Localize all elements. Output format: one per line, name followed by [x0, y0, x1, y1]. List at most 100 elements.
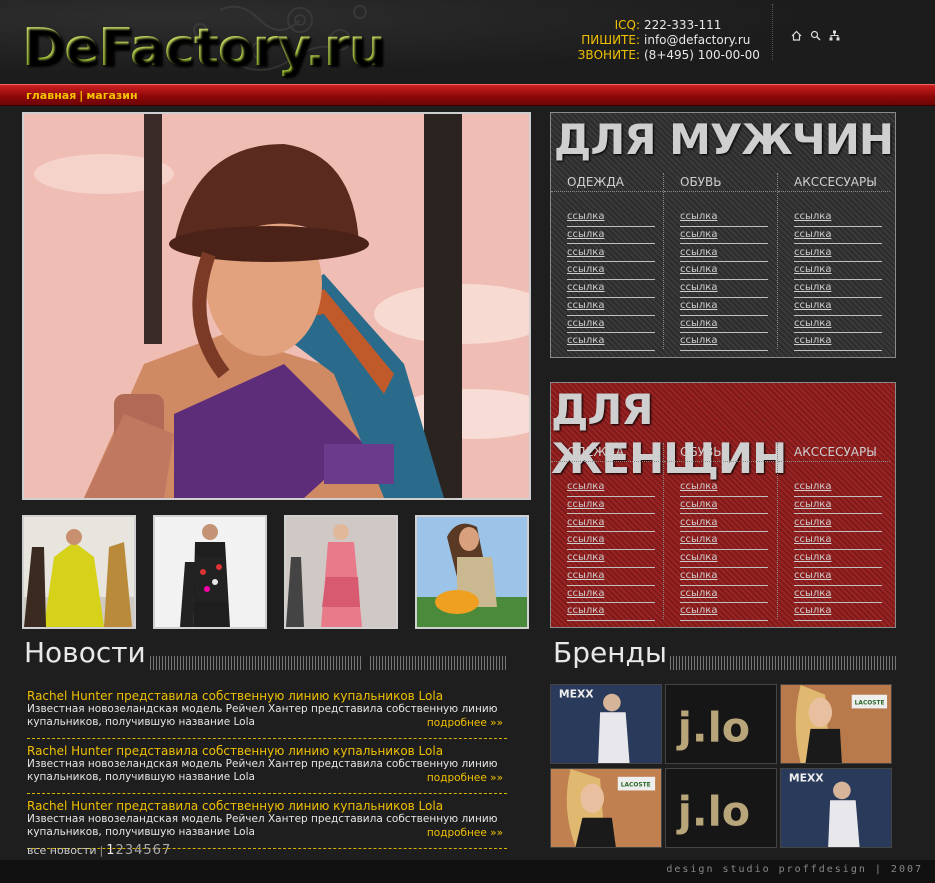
news-title[interactable]: Rachel Hunter представила собственную ли…: [27, 744, 507, 758]
category-link[interactable]: ссылка: [794, 209, 882, 227]
brand-photo: MEXX: [551, 685, 661, 763]
category-link[interactable]: ссылка: [567, 550, 655, 568]
category-link[interactable]: ссылка: [567, 316, 655, 334]
page-link[interactable]: 3: [125, 843, 134, 858]
column-heading[interactable]: ОБУВЬ: [680, 445, 721, 459]
footer-credit[interactable]: design studio proffdesign | 2007: [666, 864, 923, 875]
read-more-link[interactable]: подробнее »»: [427, 772, 503, 784]
category-link[interactable]: ссылка: [680, 209, 768, 227]
news-title[interactable]: Rachel Hunter представила собственную ли…: [27, 799, 507, 813]
brand-tile[interactable]: LACOSTE: [780, 684, 892, 764]
category-link[interactable]: ссылка: [567, 515, 655, 533]
category-link[interactable]: ссылка: [680, 550, 768, 568]
all-news-link[interactable]: все новости: [27, 844, 97, 857]
thumbnail[interactable]: [153, 515, 267, 629]
category-link[interactable]: ссылка: [794, 497, 882, 515]
news-pager: все новости | 1234567: [27, 843, 171, 858]
category-link[interactable]: ссылка: [794, 280, 882, 298]
category-link[interactable]: ссылка: [680, 479, 768, 497]
category-link[interactable]: ссылка: [567, 245, 655, 263]
thumbnail-photo: [286, 517, 396, 627]
category-link[interactable]: ссылка: [680, 497, 768, 515]
sitemap-icon[interactable]: [829, 30, 840, 41]
brand-tile[interactable]: MEXX: [550, 684, 662, 764]
contact-value[interactable]: info@defactory.ru: [640, 33, 750, 47]
category-link[interactable]: ссылка: [680, 298, 768, 316]
category-link[interactable]: ссылка: [680, 586, 768, 604]
brand-tile[interactable]: j.lo: [665, 768, 777, 848]
category-link[interactable]: ссылка: [680, 568, 768, 586]
category-link[interactable]: ссылка: [794, 333, 882, 352]
page-link[interactable]: 7: [162, 843, 171, 858]
category-link[interactable]: ссылка: [567, 568, 655, 586]
category-link[interactable]: ссылка: [680, 532, 768, 550]
contact-email: ПИШИТЕ: info@defactory.ru: [560, 33, 760, 48]
category-link[interactable]: ссылка: [680, 333, 768, 352]
nav-separator: |: [79, 89, 84, 102]
link-list: ссылка ссылка ссылка ссылка ссылка ссылк…: [680, 479, 768, 622]
page-link[interactable]: 4: [134, 843, 143, 858]
brand-tile[interactable]: j.lo: [665, 684, 777, 764]
page-link[interactable]: 1: [106, 843, 115, 858]
category-link[interactable]: ссылка: [794, 550, 882, 568]
category-link[interactable]: ссылка: [567, 532, 655, 550]
column-heading[interactable]: ОБУВЬ: [680, 175, 721, 189]
site-logo[interactable]: DeFactory.ru: [22, 18, 386, 78]
page-link[interactable]: 6: [153, 843, 162, 858]
category-link[interactable]: ссылка: [794, 568, 882, 586]
category-link[interactable]: ссылка: [794, 479, 882, 497]
category-link[interactable]: ссылка: [794, 603, 882, 622]
column-heading[interactable]: АКССЕСУАРЫ: [794, 445, 877, 459]
category-link[interactable]: ссылка: [794, 227, 882, 245]
nav-link-shop[interactable]: магазин: [86, 89, 137, 102]
category-link[interactable]: ссылка: [680, 245, 768, 263]
category-link[interactable]: ссылка: [794, 532, 882, 550]
category-link[interactable]: ссылка: [567, 280, 655, 298]
category-link[interactable]: ссылка: [680, 227, 768, 245]
category-link[interactable]: ссылка: [794, 586, 882, 604]
category-link[interactable]: ссылка: [567, 497, 655, 515]
category-link[interactable]: ссылка: [794, 262, 882, 280]
category-link[interactable]: ссылка: [567, 586, 655, 604]
category-link[interactable]: ссылка: [680, 515, 768, 533]
thumbnail[interactable]: [415, 515, 529, 629]
page: DeFactory.ru ICQ: 222-333-111 ПИШИТЕ: info…: [0, 0, 935, 883]
news-list: Rachel Hunter представила собственную ли…: [27, 689, 507, 854]
brand-tile[interactable]: LACOSTE: [550, 768, 662, 848]
page-link[interactable]: 2: [116, 843, 125, 858]
home-icon[interactable]: [791, 30, 802, 41]
category-link[interactable]: ссылка: [567, 227, 655, 245]
read-more-link[interactable]: подробнее »»: [427, 827, 503, 839]
category-link[interactable]: ссылка: [567, 298, 655, 316]
hero-image[interactable]: [22, 112, 531, 500]
panel-columns: ОДЕЖДА ссылка ссылка ссылка ссылка ссылк…: [551, 443, 897, 623]
category-link[interactable]: ссылка: [567, 479, 655, 497]
column-heading[interactable]: АКССЕСУАРЫ: [794, 175, 877, 189]
read-more-link[interactable]: подробнее »»: [427, 717, 503, 729]
category-link[interactable]: ссылка: [794, 298, 882, 316]
search-icon[interactable]: [810, 30, 821, 41]
page-link[interactable]: 5: [143, 843, 152, 858]
column-heading[interactable]: ОДЕЖДА: [567, 175, 624, 189]
category-link[interactable]: ссылка: [567, 333, 655, 352]
news-item: Rachel Hunter представила собственную ли…: [27, 689, 507, 739]
thumbnail[interactable]: [284, 515, 398, 629]
category-link[interactable]: ссылка: [567, 209, 655, 227]
category-link[interactable]: ссылка: [680, 603, 768, 622]
category-link[interactable]: ссылка: [567, 262, 655, 280]
category-link[interactable]: ссылка: [794, 515, 882, 533]
category-link[interactable]: ссылка: [680, 280, 768, 298]
brand-tile[interactable]: MEXX: [780, 768, 892, 848]
thumbnail-photo: [24, 517, 134, 627]
category-link[interactable]: ссылка: [680, 262, 768, 280]
category-link[interactable]: ссылка: [794, 245, 882, 263]
category-column: ОБУВЬ ссылка ссылка ссылка ссылка ссылка…: [663, 173, 776, 352]
thumbnail[interactable]: [22, 515, 136, 629]
nav-link-home[interactable]: главная: [26, 89, 76, 102]
brand-logo-text: j.lo: [676, 788, 750, 836]
category-link[interactable]: ссылка: [680, 316, 768, 334]
news-title[interactable]: Rachel Hunter представила собственную ли…: [27, 689, 507, 703]
category-link[interactable]: ссылка: [794, 316, 882, 334]
column-heading[interactable]: ОДЕЖДА: [567, 445, 624, 459]
category-link[interactable]: ссылка: [567, 603, 655, 622]
